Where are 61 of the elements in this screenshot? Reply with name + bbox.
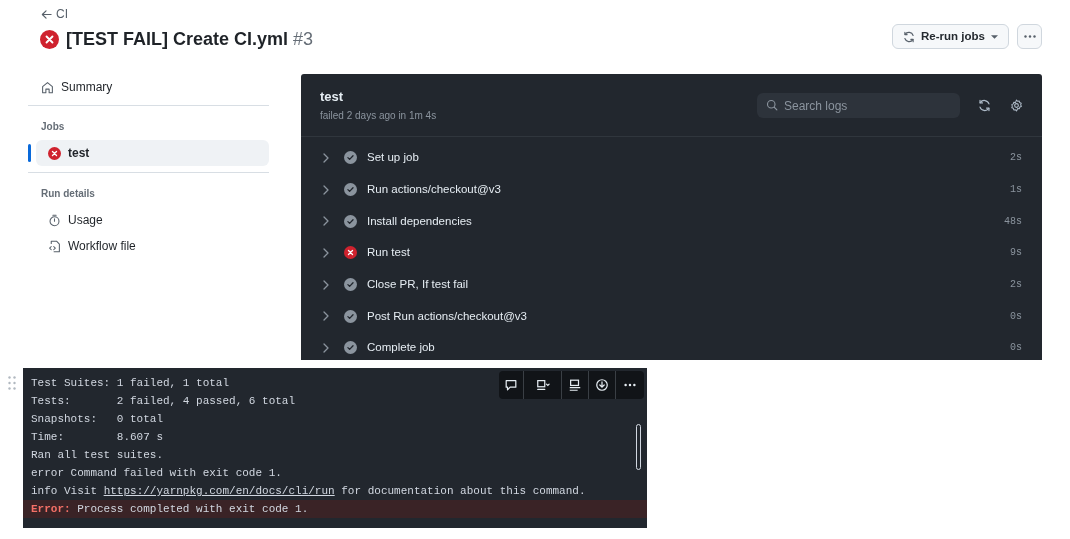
step-duration: 2s xyxy=(1010,278,1022,293)
rerun-jobs-button[interactable]: Re-run jobs xyxy=(892,24,1009,49)
chevron-right-icon xyxy=(322,152,330,163)
sync-icon xyxy=(977,98,991,112)
chevron-right-icon xyxy=(322,342,330,353)
step-row[interactable]: Run test 9s xyxy=(301,237,1042,269)
step-duration: 2s xyxy=(1010,151,1022,166)
job-name: test xyxy=(320,87,345,106)
log-line: error Command failed with exit code 1. xyxy=(30,466,283,481)
step-row[interactable]: Post Run actions/checkout@v3 0s xyxy=(301,300,1042,333)
comment-icon xyxy=(504,378,518,392)
log-line: Test Suites: 1 failed, 1 total xyxy=(30,376,231,391)
selection-indicator xyxy=(28,144,31,162)
chevron-right-icon xyxy=(322,279,330,290)
chevron-right-icon xyxy=(322,247,330,258)
failure-icon xyxy=(48,146,61,160)
section-heading: Run details xyxy=(40,187,96,201)
download-icon xyxy=(595,378,609,392)
kebab-icon xyxy=(1023,35,1036,38)
log-line: Ran all test suites. xyxy=(30,448,165,463)
step-row[interactable]: Complete job 0s xyxy=(301,332,1042,360)
chevron-right-icon xyxy=(322,216,330,227)
step-duration: 0s xyxy=(1010,341,1022,356)
log-line: Tests: 2 failed, 4 passed, 6 total xyxy=(30,394,297,409)
layout-icon xyxy=(535,378,550,392)
summary-link[interactable]: Summary xyxy=(28,74,269,100)
drag-handle-icon xyxy=(8,376,16,390)
home-icon xyxy=(41,80,54,94)
more-options-button[interactable] xyxy=(1017,24,1042,49)
job-subtitle: failed 2 days ago in 1m 4s xyxy=(320,109,438,124)
align-icon xyxy=(568,378,582,392)
stopwatch-icon xyxy=(48,213,61,227)
chevron-right-icon xyxy=(322,311,330,322)
docs-link[interactable]: https://yarnpkg.com/en/docs/cli/run xyxy=(103,485,335,497)
sidebar-item[interactable]: test xyxy=(36,140,269,166)
page-title: [TEST FAIL] Create CI.yml xyxy=(66,28,289,51)
caret-icon xyxy=(990,34,998,39)
scrollbar xyxy=(636,424,641,470)
chevron-right-icon xyxy=(322,184,330,195)
gear-icon xyxy=(1009,98,1023,112)
step-duration: 0s xyxy=(1010,309,1022,324)
run-number: #3 xyxy=(293,28,314,51)
log-line: Time: 8.607 s xyxy=(30,430,165,445)
step-row[interactable]: Run actions/checkout@v3 1s xyxy=(301,173,1042,206)
code-file-icon xyxy=(48,239,61,253)
search-logs-field[interactable]: Search logs xyxy=(757,93,960,118)
step-row[interactable]: Install dependencies 48s xyxy=(301,205,1042,238)
back-arrow-icon xyxy=(41,8,52,20)
step-duration: 48s xyxy=(1004,214,1022,229)
step-duration: 1s xyxy=(1010,183,1022,198)
log-line: Snapshots: 0 total xyxy=(30,412,165,427)
log-line: info Visit https://yarnpkg.com/en/docs/cli/run for documentation about this command. xyxy=(30,484,587,499)
sidebar-item[interactable]: Workflow file xyxy=(36,233,269,259)
section-heading: Jobs xyxy=(40,120,66,134)
step-duration: 9s xyxy=(1010,246,1022,261)
step-row[interactable]: Close PR, If test fail 2s xyxy=(301,268,1042,301)
search-icon xyxy=(766,99,778,111)
back-link[interactable]: CI xyxy=(41,5,68,23)
sidebar-item[interactable]: Usage xyxy=(36,207,269,233)
sync-icon xyxy=(903,30,916,43)
step-row[interactable]: Set up job 2s xyxy=(301,142,1042,174)
